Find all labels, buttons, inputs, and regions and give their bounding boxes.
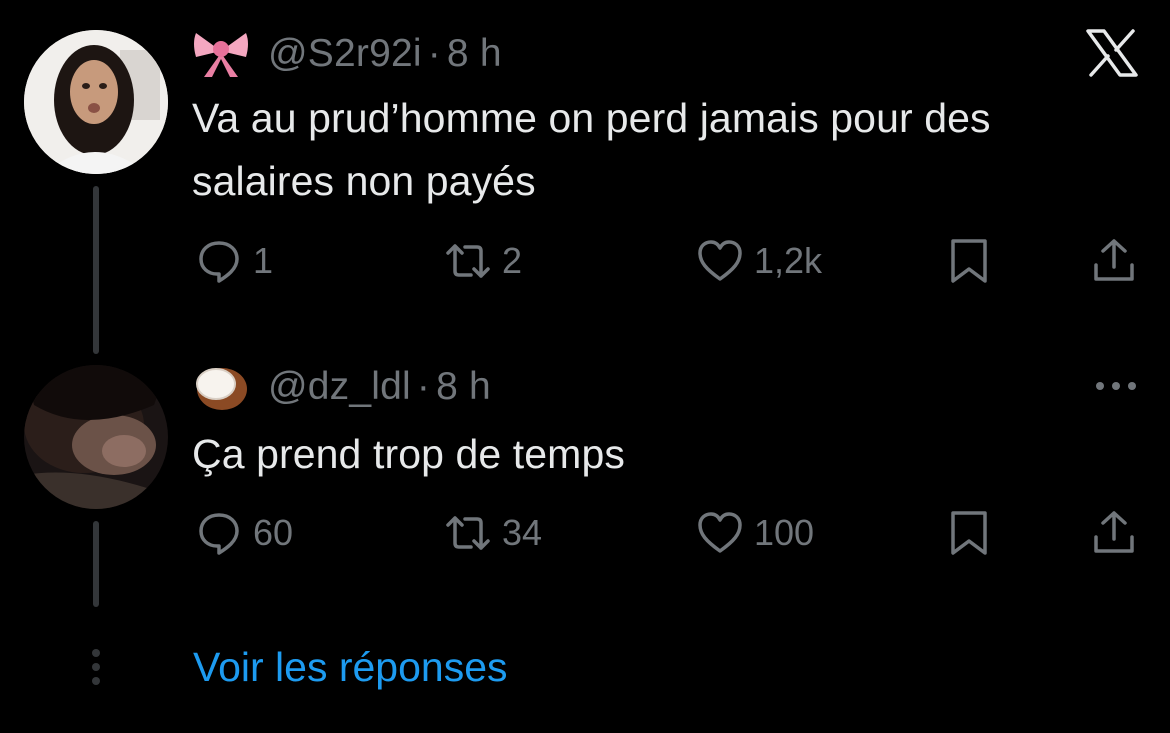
more-icon[interactable]	[1094, 378, 1138, 394]
retweet-count: 2	[502, 240, 523, 281]
time-separator: ·	[427, 32, 441, 75]
time-separator: ·	[416, 365, 431, 408]
bookmark-icon[interactable]	[945, 509, 993, 557]
heart-icon	[698, 240, 742, 281]
reply-count: 1	[253, 240, 274, 281]
retweet-icon	[446, 244, 490, 278]
show-replies-link[interactable]: Voir les réponses	[193, 644, 508, 691]
like-count: 1,2k	[754, 240, 823, 281]
share-icon[interactable]	[1090, 509, 1138, 557]
reply-icon	[199, 513, 239, 555]
tweet-header: @S2r92i · 8 h	[192, 29, 502, 79]
reply-icon	[199, 241, 239, 283]
user-handle[interactable]: @S2r92i	[268, 32, 422, 76]
tweet-text-line-1: Va au prud’homme on perd jamais pour des	[192, 95, 991, 141]
like-count: 100	[754, 512, 815, 553]
retweet-button[interactable]: 34	[444, 508, 542, 558]
tweet-text-line-1: Ça prend trop de temps	[192, 431, 625, 477]
tweet-header: @dz_ldl · 8 h	[192, 362, 491, 412]
timestamp[interactable]: 8 h	[436, 365, 491, 409]
retweet-button[interactable]: 2	[444, 236, 522, 286]
coconut-emoji	[196, 368, 247, 410]
retweet-count: 34	[502, 512, 543, 553]
thread-line	[93, 186, 99, 354]
like-button[interactable]: 100	[696, 508, 814, 558]
ribbon-emoji	[194, 33, 248, 77]
retweet-icon	[446, 516, 490, 550]
x-logo-icon[interactable]	[1086, 29, 1138, 77]
timestamp[interactable]: 8 h	[447, 32, 502, 76]
like-button[interactable]: 1,2k	[696, 236, 822, 286]
avatar[interactable]	[24, 365, 168, 509]
thread-line	[93, 521, 99, 607]
tweet-text-line-2: salaires non payés	[192, 158, 536, 204]
avatar[interactable]	[24, 30, 168, 174]
reply-button[interactable]: 1	[195, 236, 273, 286]
reply-button[interactable]: 60	[195, 508, 293, 558]
collapsed-thread-dots-icon	[92, 649, 100, 685]
reply-count: 60	[253, 512, 294, 553]
user-handle[interactable]: @dz_ldl	[268, 365, 411, 409]
bookmark-icon[interactable]	[945, 237, 993, 285]
heart-icon	[698, 512, 742, 553]
share-icon[interactable]	[1090, 237, 1138, 285]
